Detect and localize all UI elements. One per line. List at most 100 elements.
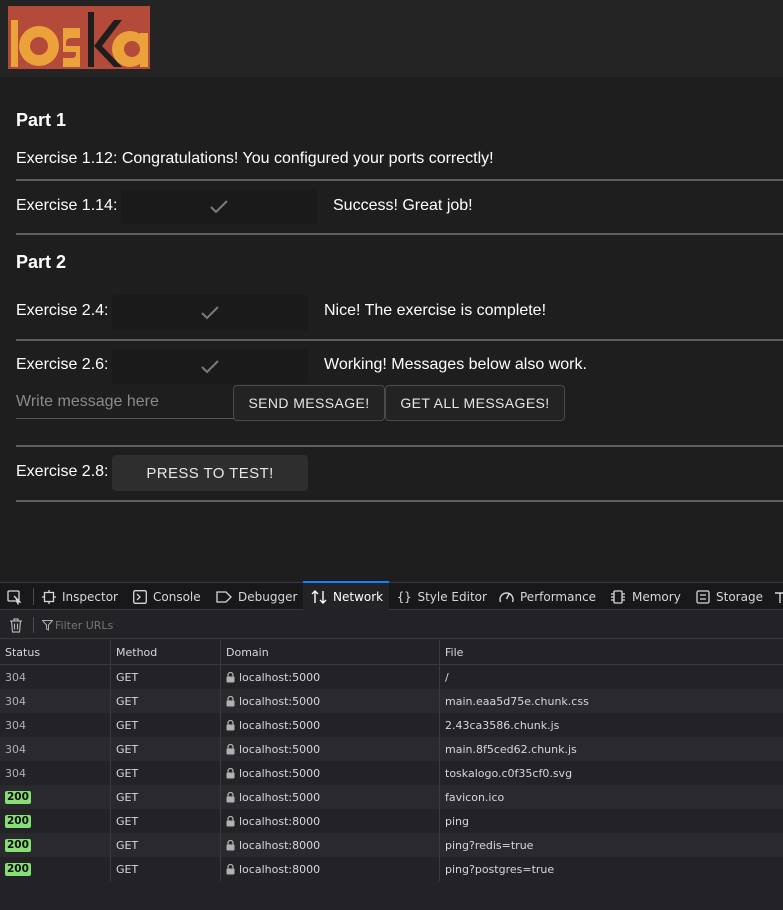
table-row[interactable]: 304 GET localhost:5000 toskalogo.c0f35cf0.s… [0, 761, 783, 785]
divider [16, 445, 783, 447]
status-badge: 304 [5, 718, 26, 732]
table-row[interactable]: 304 GET localhost:5000 main.8f5ced62.chunk.… [0, 737, 783, 761]
tab-memory[interactable]: Memory [610, 583, 681, 610]
status-cell: 200 [0, 785, 110, 809]
domain-cell: localhost:8000 [221, 809, 439, 833]
table-row[interactable]: 304 GET localhost:5000 main.eaa5d75e.chunk.… [0, 689, 783, 713]
element-picker-icon [7, 589, 22, 605]
message-input[interactable] [16, 386, 234, 419]
send-message-button[interactable]: SEND MESSAGE! [233, 385, 385, 421]
lock-icon [226, 743, 235, 754]
domain-text: localhost:8000 [239, 862, 321, 876]
method-cell: GET [116, 790, 139, 804]
file-cell: main.eaa5d75e.chunk.css [445, 694, 589, 708]
network-toolbar [0, 611, 783, 639]
column-header-domain[interactable]: Domain [221, 640, 439, 664]
file-cell: ping?postgres=true [445, 862, 555, 876]
table-row[interactable]: 200 GET localhost:5000 favicon.ico [0, 785, 783, 809]
status-badge: 304 [5, 694, 26, 708]
tab-overflow[interactable] [775, 583, 783, 610]
method-cell: GET [116, 670, 139, 684]
tab-label: Inspector [62, 589, 118, 604]
exercise-1-14-button[interactable] [121, 190, 317, 224]
network-table-header: Status Method Domain File [0, 640, 783, 665]
table-row[interactable]: 304 GET localhost:5000 2.43ca3586.chunk.js [0, 713, 783, 737]
column-header-file[interactable]: File [440, 640, 783, 664]
status-badge: 304 [5, 766, 26, 780]
domain-text: localhost:5000 [239, 670, 321, 684]
domain-text: localhost:5000 [239, 766, 321, 780]
part1-heading: Part 1 [16, 110, 67, 130]
exercise-2-4-button[interactable] [112, 295, 308, 330]
checkmark-icon [201, 359, 219, 373]
file-cell: / [445, 670, 449, 684]
devtools-panel: Inspector Console Debugger Network {} St… [0, 581, 783, 910]
toska-logo[interactable] [8, 6, 150, 69]
tab-label: Memory [632, 589, 681, 604]
divider [16, 179, 783, 181]
file-cell: ping?redis=true [445, 838, 534, 852]
domain-cell: localhost:5000 [221, 761, 439, 785]
element-picker-button[interactable] [6, 583, 28, 610]
exercise-2-4-message: Nice! The exercise is complete! [324, 302, 547, 319]
status-badge: 200 [5, 838, 31, 852]
press-to-test-button[interactable]: PRESS TO TEST! [112, 455, 308, 491]
domain-text: localhost:5000 [239, 790, 321, 804]
status-cell: 200 [0, 857, 110, 881]
table-row[interactable]: 200 GET localhost:8000 ping?postgres=true [0, 857, 783, 881]
file-cell: favicon.ico [445, 790, 505, 804]
table-row[interactable]: 200 GET localhost:8000 ping?redis=true [0, 833, 783, 857]
domain-cell: localhost:8000 [221, 857, 439, 881]
filter-icon [42, 620, 53, 631]
tab-label: Storage [716, 589, 763, 604]
toolbar-separator [33, 617, 34, 633]
exercise-2-4-label: Exercise 2.4: [16, 302, 109, 319]
domain-text: localhost:5000 [239, 742, 321, 756]
status-badge: 200 [5, 814, 31, 828]
file-cell: 2.43ca3586.chunk.js [445, 718, 560, 732]
status-badge: 200 [5, 862, 31, 876]
lock-icon [226, 791, 235, 802]
domain-text: localhost:8000 [239, 814, 321, 828]
file-cell: ping [445, 814, 469, 828]
table-row[interactable]: 304 GET localhost:5000 / [0, 665, 783, 689]
checkmark-icon [201, 305, 219, 319]
domain-text: localhost:5000 [239, 718, 321, 732]
filter-urls-input[interactable] [55, 616, 355, 634]
app-page: Part 1 Exercise 1.12: Congratulations! Y… [0, 0, 783, 582]
lock-icon [226, 671, 235, 682]
console-icon [133, 589, 147, 604]
tab-inspector[interactable]: Inspector [42, 583, 118, 610]
tab-separator [33, 588, 34, 605]
tab-performance[interactable]: Performance [499, 583, 596, 610]
status-cell: 200 [0, 833, 110, 857]
tab-network[interactable]: Network [303, 581, 389, 610]
tab-console[interactable]: Console [133, 583, 201, 610]
exercise-2-6-label: Exercise 2.6: [16, 356, 109, 373]
devtools-tab-bar: Inspector Console Debugger Network {} St… [0, 581, 783, 610]
table-row[interactable]: 200 GET localhost:8000 ping [0, 809, 783, 833]
domain-text: localhost:8000 [239, 838, 321, 852]
domain-cell: localhost:5000 [221, 689, 439, 713]
status-cell: 304 [0, 737, 110, 761]
column-header-method[interactable]: Method [111, 640, 220, 664]
get-all-messages-button[interactable]: GET ALL MESSAGES! [385, 385, 565, 421]
exercise-2-6-button[interactable] [112, 349, 308, 384]
method-cell: GET [116, 862, 139, 876]
status-cell: 304 [0, 761, 110, 785]
file-cell: main.8f5ced62.chunk.js [445, 742, 577, 756]
tab-debugger[interactable]: Debugger [216, 583, 297, 610]
method-cell: GET [116, 742, 139, 756]
lock-icon [226, 719, 235, 730]
memory-icon [611, 589, 625, 604]
exercise-1-14-label: Exercise 1.14: [16, 197, 118, 214]
method-cell: GET [116, 718, 139, 732]
trash-icon[interactable] [9, 618, 23, 633]
tab-style-editor[interactable]: {} Style Editor [397, 583, 487, 610]
domain-cell: localhost:8000 [221, 833, 439, 857]
tab-storage[interactable]: Storage [696, 583, 763, 610]
column-header-status[interactable]: Status [0, 640, 110, 664]
network-request-list: 304 GET localhost:5000 / 304 GET localhost:500… [0, 665, 783, 881]
status-badge: 304 [5, 670, 26, 684]
domain-cell: localhost:5000 [221, 713, 439, 737]
